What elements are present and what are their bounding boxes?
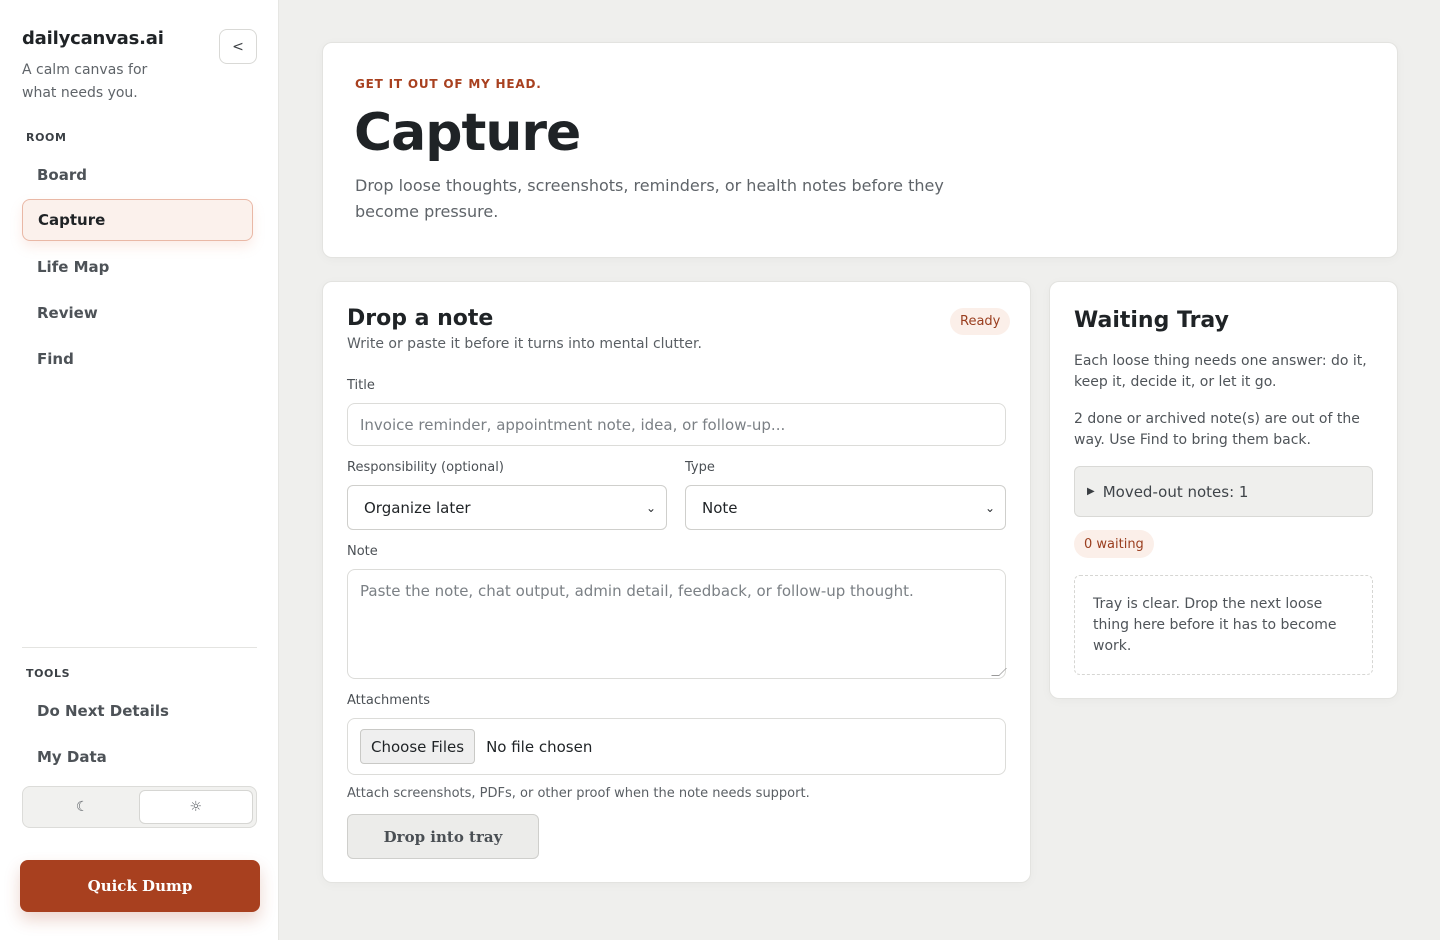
disclosure-triangle-icon: ▶ [1087,486,1095,497]
chevron-down-icon: ⌄ [984,500,995,515]
nav-item-label: Board [37,166,87,184]
waiting-tray-card: Waiting Tray Each loose thing needs one … [1049,281,1398,699]
attachments-hint: Attach screenshots, PDFs, or other proof… [347,786,810,801]
waiting-count-badge: 0 waiting [1074,530,1154,558]
dark-mode-option[interactable]: ☾ [26,790,139,824]
drop-into-tray-button[interactable]: Drop into tray [347,814,539,859]
room-section-label: ROOM [26,131,67,144]
tools-section-label: TOOLS [26,667,71,680]
note-field-label: Note [347,544,378,559]
status-badge: Ready [950,308,1011,335]
nav-item-label: Life Map [37,258,110,276]
chevron-down-icon: ⌄ [645,500,656,515]
collapse-sidebar-button[interactable]: < [219,29,257,64]
responsibility-field-label: Responsibility (optional) [347,460,504,475]
nav-item-find[interactable]: Find [22,338,253,380]
type-select[interactable]: Note ⌄ [685,485,1006,530]
title-input[interactable]: Invoice reminder, appointment note, idea… [347,403,1006,446]
page-title: Capture [354,103,581,163]
nav-item-label: Find [37,350,74,368]
type-field-label: Type [685,460,715,475]
file-status-text: No file chosen [486,737,593,756]
theme-toggle: ☾ ☼ [22,786,257,828]
nav-item-label: My Data [37,748,107,766]
nav-item-label: Review [37,304,98,322]
sun-icon: ☼ [189,799,203,815]
nav-item-life-map[interactable]: Life Map [22,246,253,288]
attachments-field-label: Attachments [347,693,430,708]
capture-header-card: GET IT OUT OF MY HEAD. Capture Drop loos… [322,42,1398,258]
attachments-file-input: Choose Files No file chosen [347,718,1006,775]
title-input-placeholder: Invoice reminder, appointment note, idea… [360,415,786,434]
nav-item-label: Do Next Details [37,702,169,720]
nav-item-board[interactable]: Board [22,154,253,196]
eyebrow-text: GET IT OUT OF MY HEAD. [355,77,542,91]
moved-out-notes-toggle[interactable]: ▶ Moved-out notes: 1 [1074,466,1373,517]
brand: dailycanvas.ai A calm canvas for what ne… [22,28,164,105]
tray-description: Each loose thing needs one answer: do it… [1074,353,1367,390]
brand-name[interactable]: dailycanvas.ai [22,28,164,49]
responsibility-select[interactable]: Organize later ⌄ [347,485,667,530]
tray-empty-state: Tray is clear. Drop the next loose thing… [1074,575,1373,675]
nav-item-do-next-details[interactable]: Do Next Details [22,690,253,732]
note-textarea-placeholder: Paste the note, chat output, admin detai… [360,582,914,600]
sidebar-divider [22,647,257,648]
nav-item-label: Capture [38,211,106,229]
moved-out-notes-label: Moved-out notes: 1 [1102,482,1249,501]
tray-archived-note: 2 done or archived note(s) are out of th… [1074,411,1360,448]
responsibility-selected-value: Organize later [364,498,471,517]
brand-tagline: A calm canvas for what needs you. [22,62,148,101]
drop-note-title: Drop a note [347,306,494,331]
moon-icon: ☾ [75,799,89,815]
drop-note-card: Drop a note Write or paste it before it … [322,281,1031,883]
resize-handle-icon[interactable] [991,668,1007,676]
title-field-label: Title [347,378,375,393]
choose-files-button[interactable]: Choose Files [360,729,476,764]
note-textarea[interactable]: Paste the note, chat output, admin detai… [347,569,1007,679]
sidebar: dailycanvas.ai A calm canvas for what ne… [0,0,279,940]
nav-item-review[interactable]: Review [22,292,253,334]
light-mode-option[interactable]: ☼ [138,790,253,824]
nav-item-my-data[interactable]: My Data [22,736,253,778]
drop-note-subtitle: Write or paste it before it turns into m… [347,336,702,352]
waiting-tray-title: Waiting Tray [1074,308,1229,333]
nav-item-capture[interactable]: Capture [22,199,253,241]
type-selected-value: Note [702,498,738,517]
page-subtitle: Drop loose thoughts, screenshots, remind… [355,176,944,221]
quick-dump-button[interactable]: Quick Dump [20,860,260,912]
